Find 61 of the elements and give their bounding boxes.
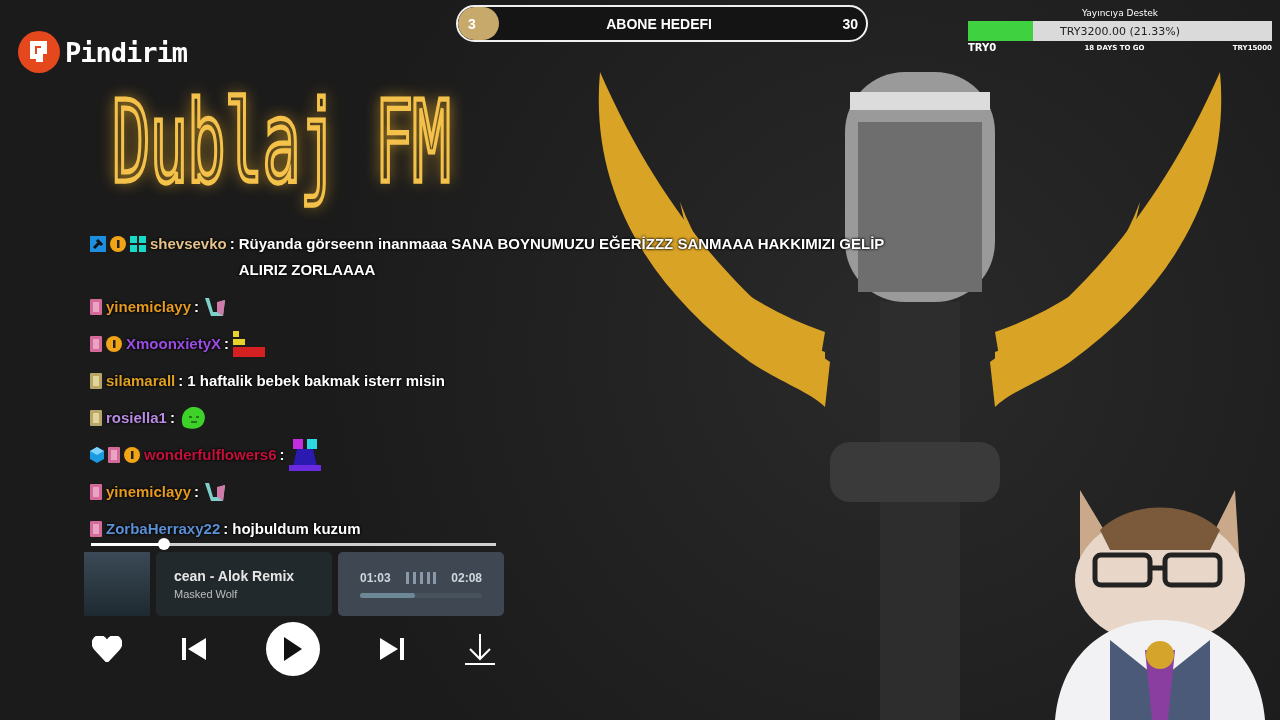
colon-separator: : [223,519,229,539]
username: ZorbaHerraxy22 [106,519,221,539]
card-badge-icon [90,484,102,500]
username: silamarall [106,371,176,391]
bars-emote-icon [233,331,266,357]
next-button[interactable] [380,637,404,661]
username: XmoonxietyX [126,334,222,354]
username: rosiella1 [106,408,167,428]
donation-amount: TRY3200.00 (21.33%) [1060,24,1180,38]
username: shevsevko [150,234,227,254]
previous-button[interactable] [182,637,206,661]
goal-current-count: 3 [468,15,476,32]
logo-icon [17,30,61,74]
grid-badge-icon [130,236,146,252]
username: wonderfulflowers6 [144,445,277,465]
previous-icon [182,637,206,661]
chat-message: hojbuldum kuzum [232,519,362,539]
wave-emote-icon [203,296,228,318]
colon-separator: : [279,445,285,465]
artist-name: Masked Wolf [174,588,239,600]
song-title: cean - Alok Remix [174,568,296,584]
coin-badge-icon [124,447,140,463]
donation-goal-title: Yayıncıya Destek [1081,8,1159,18]
seek-bar[interactable] [91,538,496,550]
next-icon [380,637,404,661]
cube-badge-icon [90,447,104,463]
colon-separator: : [194,297,200,317]
donation-start-amount: TRY0 [968,42,997,53]
download-button[interactable] [464,633,496,665]
card-badge-icon [90,336,102,352]
equalizer-icon [406,571,436,584]
play-icon [282,637,302,661]
colon-separator: : [229,234,235,254]
colon-separator: : [169,408,175,428]
goal-title: ABONE HEDEFI [606,15,712,32]
neon-title: Dublaj FM [112,78,450,208]
scroll-badge-icon [90,410,102,426]
chat-message: 1 haftalik bebek bakmak isterr misin [187,371,446,391]
card-badge-icon [108,447,120,463]
colon-separator: : [194,482,200,502]
coin-badge-icon [110,236,126,252]
colon-separator: : [224,334,230,354]
play-button[interactable] [266,622,320,676]
goal-target-count: 30 [842,15,858,32]
colon-separator: : [178,371,184,391]
seek-thumb[interactable] [157,538,170,550]
pixel-emote-icon [288,439,321,471]
coin-badge-icon [106,336,122,352]
card-badge-icon [90,299,102,315]
hammer-badge-icon [90,236,106,252]
album-cover-placeholder [84,552,150,616]
username: yinemiclayy [106,297,192,317]
logo-text: Pindirim [65,36,188,68]
total-time: 02:08 [451,570,482,585]
wave-emote-icon [203,481,228,503]
like-button[interactable] [92,636,122,662]
elapsed-time: 01:03 [360,570,391,585]
card-badge-icon [90,521,102,537]
username: yinemiclayy [106,482,192,502]
download-icon [464,633,496,665]
scroll-badge-icon [90,373,102,389]
